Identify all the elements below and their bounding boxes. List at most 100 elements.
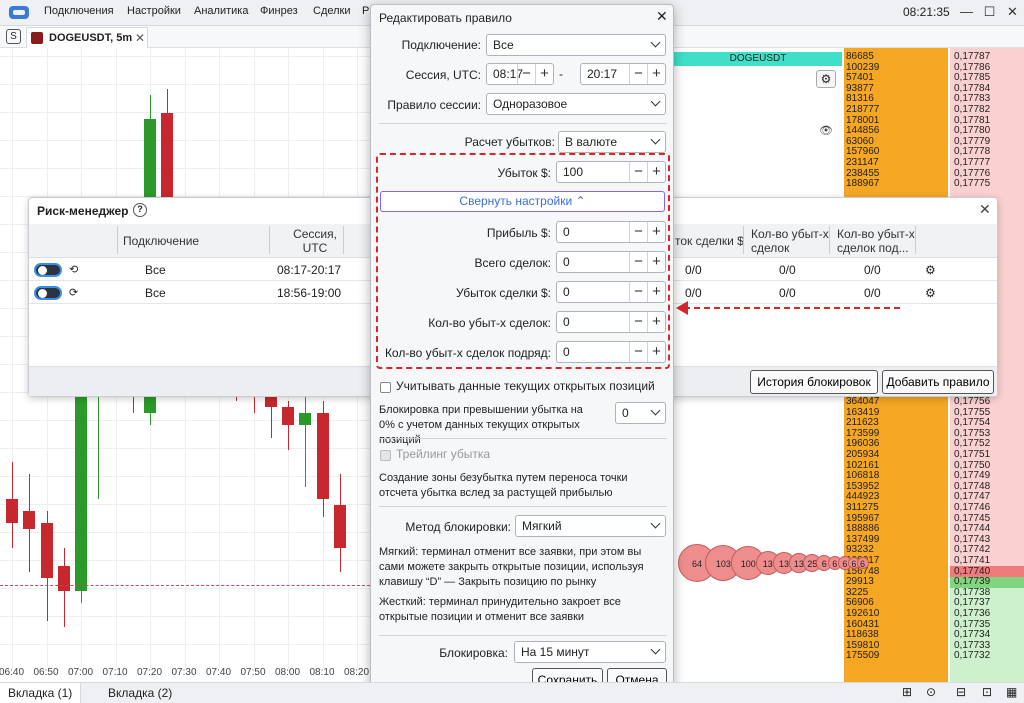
grid-line-horizontal — [0, 476, 370, 477]
ladder-volume[interactable]: 364047 — [846, 396, 879, 408]
risk-manager-title: Риск-менеджер — [37, 204, 129, 218]
tab-close-icon[interactable]: ✕ — [135, 31, 145, 45]
block-duration-select[interactable]: На 15 минут — [514, 641, 666, 663]
layout-icon[interactable]: ⊟ — [956, 685, 966, 699]
s-icon[interactable]: S — [6, 29, 21, 44]
method-select[interactable]: Мягкий — [515, 515, 666, 537]
block-zero-select[interactable]: 0 — [615, 402, 666, 424]
trailing-checkbox[interactable] — [380, 450, 391, 461]
candle-body[interactable] — [282, 406, 294, 426]
menu-analytics[interactable]: Аналитика — [194, 5, 248, 17]
maximize-icon[interactable]: ☐ — [983, 5, 996, 18]
loss-row-stepper[interactable]: 0− + — [556, 341, 666, 363]
col-session[interactable]: Сессия, UTC — [285, 227, 345, 255]
row-settings-gear-icon[interactable]: ⚙ — [925, 263, 936, 277]
menu-connections[interactable]: Подключения — [44, 5, 114, 17]
ladder-volume[interactable]: 175509 — [846, 651, 879, 662]
col-loss-row[interactable]: Кол-во убыт-х сделок под... — [837, 227, 915, 255]
annotation-arrow-head — [676, 301, 688, 315]
ladder-price[interactable]: 0,17746 — [954, 502, 990, 514]
ladder-volume[interactable]: 188967 — [846, 179, 879, 190]
candle-body[interactable] — [316, 413, 329, 499]
block-history-button[interactable]: История блокировок — [750, 370, 878, 394]
tab-dogeusdt[interactable]: DOGEUSDT, 5m ✕ — [26, 27, 148, 48]
close-window-icon[interactable]: ✕ — [1006, 5, 1019, 18]
connection-select[interactable]: Все — [486, 34, 666, 56]
workspace-tab-2[interactable]: Вкладка (2) — [100, 683, 180, 703]
session-rule-label: Правило сессии: — [387, 98, 481, 112]
col-loss-trade[interactable]: ток сделки $ — [675, 234, 744, 248]
dialog-title: Редактировать правило — [379, 11, 512, 25]
candle-body[interactable] — [23, 511, 36, 530]
loss-stepper[interactable]: 100− + — [556, 161, 666, 183]
ladder-price[interactable]: 0,17736 — [954, 608, 990, 620]
risk-close-icon[interactable]: ✕ — [979, 201, 991, 218]
grid-line-horizontal — [0, 56, 370, 57]
loss-calc-label: Расчет убытков: — [464, 135, 555, 149]
add-rule-button[interactable]: Добавить правило — [882, 370, 994, 394]
ladder-volume[interactable]: 218777 — [846, 104, 879, 116]
menu-more[interactable]: Р — [362, 5, 369, 17]
row-settings-gear-icon[interactable]: ⚙ — [925, 286, 936, 300]
rule-toggle[interactable] — [34, 263, 62, 277]
tab-color-icon — [31, 32, 43, 44]
row-session: 08:17-20:17 — [277, 263, 342, 277]
help-icon[interactable]: ? — [133, 203, 147, 217]
edit-rule-dialog: Редактировать правило ✕ Подключение: Все… — [370, 4, 674, 692]
total-trades-stepper[interactable]: 0− + — [556, 251, 666, 273]
candle-body[interactable] — [6, 498, 18, 524]
eye-icon[interactable]: 👁 — [819, 124, 833, 137]
loss-calc-select[interactable]: В валюте — [558, 131, 666, 153]
collapse-settings-button[interactable]: Свернуть настройки ⌃ — [380, 191, 665, 212]
open-positions-checkbox[interactable] — [380, 382, 391, 393]
loss-trade-stepper[interactable]: 0− + — [556, 281, 666, 303]
clock: 08:21:35 — [903, 5, 950, 19]
split-icon[interactable]: ⊡ — [982, 685, 992, 699]
ladder-volume[interactable]: 86685 — [846, 51, 874, 63]
candle-body[interactable] — [333, 504, 346, 548]
open-positions-label: Учитывать данные текущих открытых позици… — [396, 379, 655, 393]
session-rule-select[interactable]: Одноразовое — [486, 93, 666, 115]
ladder-price[interactable]: 0,17787 — [954, 51, 990, 63]
session-to-stepper[interactable]: 20:17− + — [580, 63, 666, 85]
loss-count-stepper[interactable]: 0− + — [556, 311, 666, 333]
ladder-volume[interactable]: 205934 — [846, 449, 879, 461]
loss-trade-label: Убыток сделки $: — [455, 286, 551, 300]
session-label: Сессия, UTC: — [405, 68, 481, 82]
workspace-tab-1[interactable]: Вкладка (1) — [0, 683, 82, 703]
block-zero-text: Блокировка при превышении убытка на 0% с… — [379, 404, 583, 446]
rule-toggle[interactable] — [34, 286, 62, 300]
ladder-settings-gear-icon[interactable]: ⚙ — [816, 70, 836, 88]
minimize-icon[interactable]: — — [960, 5, 973, 18]
menu-trades[interactable]: Сделки — [313, 5, 351, 17]
candle-body[interactable] — [57, 566, 70, 591]
ladder-price[interactable]: 0,17741 — [954, 555, 990, 567]
screenshot-icon[interactable]: ⊙ — [926, 685, 936, 699]
col-loss-count[interactable]: Кол-во убыт-х сделок — [751, 227, 829, 255]
grid-icon[interactable]: ▦ — [1006, 685, 1017, 699]
dialog-close-icon[interactable]: ✕ — [656, 8, 668, 25]
ladder-volume[interactable]: 311275 — [846, 502, 879, 514]
menu-settings[interactable]: Настройки — [127, 5, 181, 17]
ladder-volume[interactable]: 231147 — [846, 157, 879, 169]
candle-body[interactable] — [299, 413, 312, 426]
ladder-price[interactable]: 0,17777 — [954, 157, 990, 169]
add-panel-icon[interactable]: ⊞ — [902, 685, 912, 699]
ladder-price[interactable]: 0,17732 — [954, 651, 990, 662]
ladder-price[interactable]: 0,17775 — [954, 179, 990, 190]
profit-label: Прибыль $: — [486, 226, 551, 240]
ladder-price[interactable]: 0,17756 — [954, 396, 990, 408]
candle-body[interactable] — [75, 388, 87, 591]
method-label: Метод блокировки: — [405, 520, 511, 534]
profit-stepper[interactable]: 0− + — [556, 221, 666, 243]
grid-line-horizontal — [0, 532, 370, 533]
menu-finres[interactable]: Финрез — [260, 5, 298, 17]
ladder-volume[interactable]: 192610 — [846, 608, 879, 620]
divider — [379, 635, 667, 636]
ladder-price[interactable]: 0,17782 — [954, 104, 990, 116]
candle-body[interactable] — [40, 523, 53, 579]
session-from-stepper[interactable]: 08:17− + — [486, 63, 554, 85]
ladder-price[interactable]: 0,17751 — [954, 449, 990, 461]
col-connection[interactable]: Подключение — [123, 234, 199, 248]
grid-line-horizontal — [0, 84, 370, 85]
